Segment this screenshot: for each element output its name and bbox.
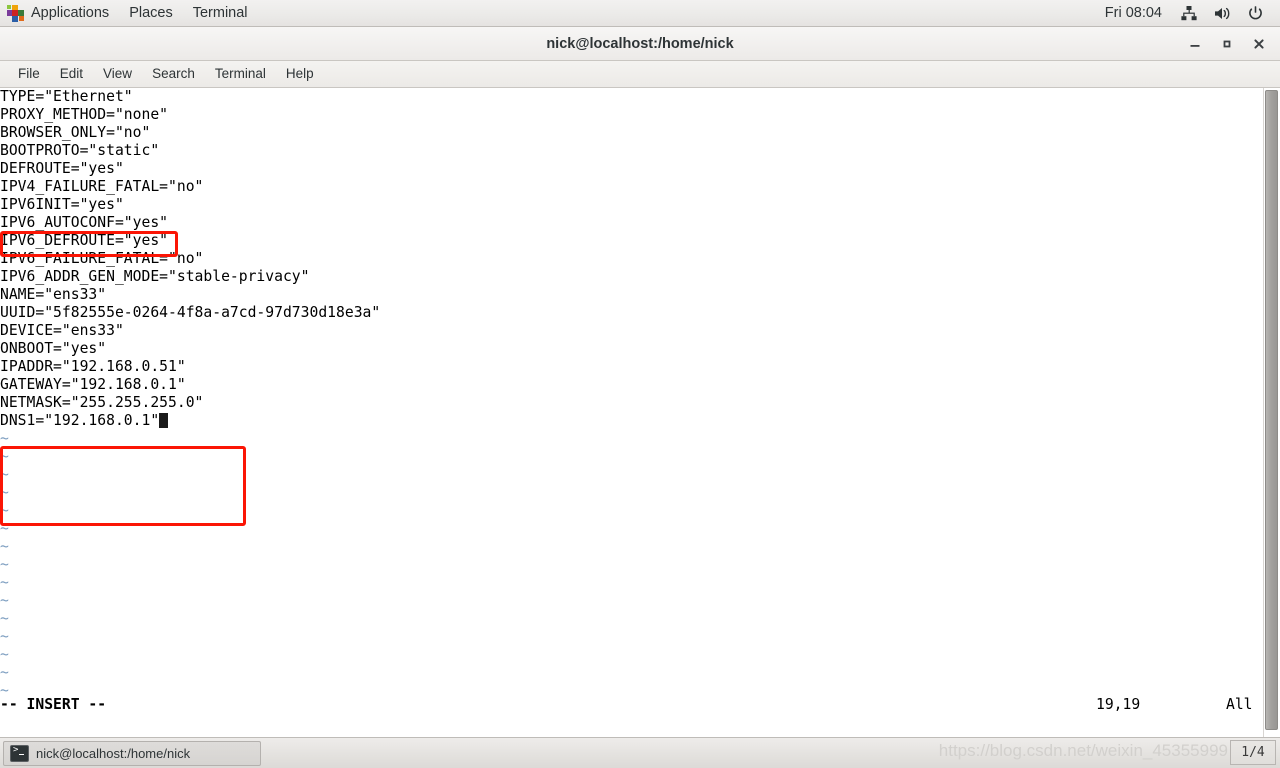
vim-line: GATEWAY="192.168.0.1" [0, 376, 186, 393]
vim-mode-indicator: -- INSERT -- [0, 696, 107, 713]
vim-line: NETMASK="255.255.255.0" [0, 394, 204, 411]
vim-line: BROWSER_ONLY="no" [0, 124, 151, 141]
vim-line: ONBOOT="yes" [0, 340, 107, 357]
vim-line: IPADDR="192.168.0.51" [0, 358, 186, 375]
top-panel: Applications Places Terminal Fri 08:04 [0, 0, 1280, 27]
menu-terminal-label: Terminal [214, 66, 266, 81]
vim-line: BOOTPROTO="static" [0, 142, 160, 159]
terminal-scrollbar[interactable] [1263, 88, 1280, 738]
menu-help[interactable]: Help [276, 62, 324, 86]
network-icon[interactable] [1172, 2, 1205, 25]
close-button[interactable] [1244, 31, 1274, 57]
vim-line: IPV6_FAILURE_FATAL="no" [0, 250, 204, 267]
menu-file[interactable]: File [8, 62, 50, 86]
taskbar-window-label: nick@localhost:/home/nick [36, 745, 191, 761]
applications-menu-label: Applications [31, 4, 110, 21]
volume-icon[interactable] [1205, 2, 1239, 25]
terminal-menu-label: Terminal [192, 4, 248, 21]
vim-cursor-position: 19,19 [1096, 696, 1141, 713]
vim-empty-line-marker: ~ [0, 538, 9, 555]
menu-file-label: File [18, 66, 40, 81]
vim-line: IPV4_FAILURE_FATAL="no" [0, 178, 204, 195]
terminal-window: nick@localhost:/home/nick File Edit View [0, 27, 1280, 738]
vim-empty-line-marker: ~ [0, 484, 9, 501]
vim-empty-line-marker: ~ [0, 664, 9, 681]
vim-line: PROXY_METHOD="none" [0, 106, 169, 123]
taskbar-window-button[interactable]: nick@localhost:/home/nick [3, 740, 261, 766]
window-title: nick@localhost:/home/nick [546, 35, 734, 52]
vim-line: UUID="5f82555e-0264-4f8a-a7cd-97d730d18e… [0, 304, 381, 321]
vim-empty-line-marker: ~ [0, 556, 9, 573]
vim-line: IPV6_DEFROUTE="yes" [0, 232, 169, 249]
window-controls [1180, 27, 1274, 60]
menu-edit-label: Edit [59, 66, 84, 81]
vim-scroll-indicator: All [1226, 696, 1253, 713]
menu-edit[interactable]: Edit [50, 62, 93, 86]
workspace-switcher[interactable]: 1/4 [1230, 740, 1276, 765]
vim-empty-line-marker: ~ [0, 628, 9, 645]
vim-line: DEVICE="ens33" [0, 322, 124, 339]
menu-view-label: View [103, 66, 133, 81]
clock[interactable]: Fri 08:04 [1095, 2, 1172, 24]
vim-empty-line-marker: ~ [0, 466, 9, 483]
terminal-icon [10, 744, 29, 762]
menu-search[interactable]: Search [142, 62, 205, 86]
vim-line: IPV6_AUTOCONF="yes" [0, 214, 169, 231]
minimize-button[interactable] [1180, 31, 1210, 57]
vim-empty-line-marker: ~ [0, 592, 9, 609]
applications-icon [7, 4, 24, 22]
text-cursor [159, 413, 168, 428]
vim-empty-line-marker: ~ [0, 430, 9, 447]
menu-terminal[interactable]: Terminal [205, 62, 276, 86]
vim-empty-line-marker: ~ [0, 448, 9, 465]
window-titlebar[interactable]: nick@localhost:/home/nick [0, 27, 1280, 61]
places-menu[interactable]: Places [120, 1, 182, 26]
vim-empty-line-marker: ~ [0, 520, 9, 537]
terminal-canvas[interactable]: TYPE="Ethernet" PROXY_METHOD="none" BROWSE… [0, 88, 1280, 738]
menu-bar: File Edit View Search Terminal Help [0, 61, 1280, 88]
menu-view[interactable]: View [93, 62, 142, 86]
applications-menu[interactable]: Applications [1, 1, 118, 26]
terminal-scrollbar-thumb[interactable] [1265, 90, 1278, 730]
watermark-text: https://blog.csdn.net/weixin_45355999 [938, 741, 1228, 760]
power-icon[interactable] [1239, 2, 1272, 25]
vim-line: DEFROUTE="yes" [0, 160, 124, 177]
vim-line: IPV6_ADDR_GEN_MODE="stable-privacy" [0, 268, 310, 285]
vim-empty-line-marker: ~ [0, 574, 9, 591]
vim-line: IPV6INIT="yes" [0, 196, 124, 213]
workspace-label: 1/4 [1241, 745, 1265, 760]
desktop-screen: Applications Places Terminal Fri 08:04 n… [0, 0, 1280, 768]
terminal-menu[interactable]: Terminal [184, 1, 257, 26]
menu-search-label: Search [152, 66, 195, 81]
vim-empty-line-marker: ~ [0, 502, 9, 519]
menu-help-label: Help [285, 66, 314, 81]
vim-line: TYPE="Ethernet" [0, 88, 133, 105]
vim-buffer[interactable]: TYPE="Ethernet" PROXY_METHOD="none" BROWSE… [0, 88, 380, 700]
vim-line: NAME="ens33" [0, 286, 107, 303]
vim-status-line: -- INSERT -- 19,19 All [0, 696, 1262, 716]
vim-empty-line-marker: ~ [0, 646, 9, 663]
vim-empty-line-marker: ~ [0, 610, 9, 627]
panel-status-area: Fri 08:04 [1095, 2, 1280, 25]
maximize-button[interactable] [1212, 31, 1242, 57]
places-menu-label: Places [129, 4, 173, 21]
vim-line: DNS1="192.168.0.1" [0, 412, 380, 430]
